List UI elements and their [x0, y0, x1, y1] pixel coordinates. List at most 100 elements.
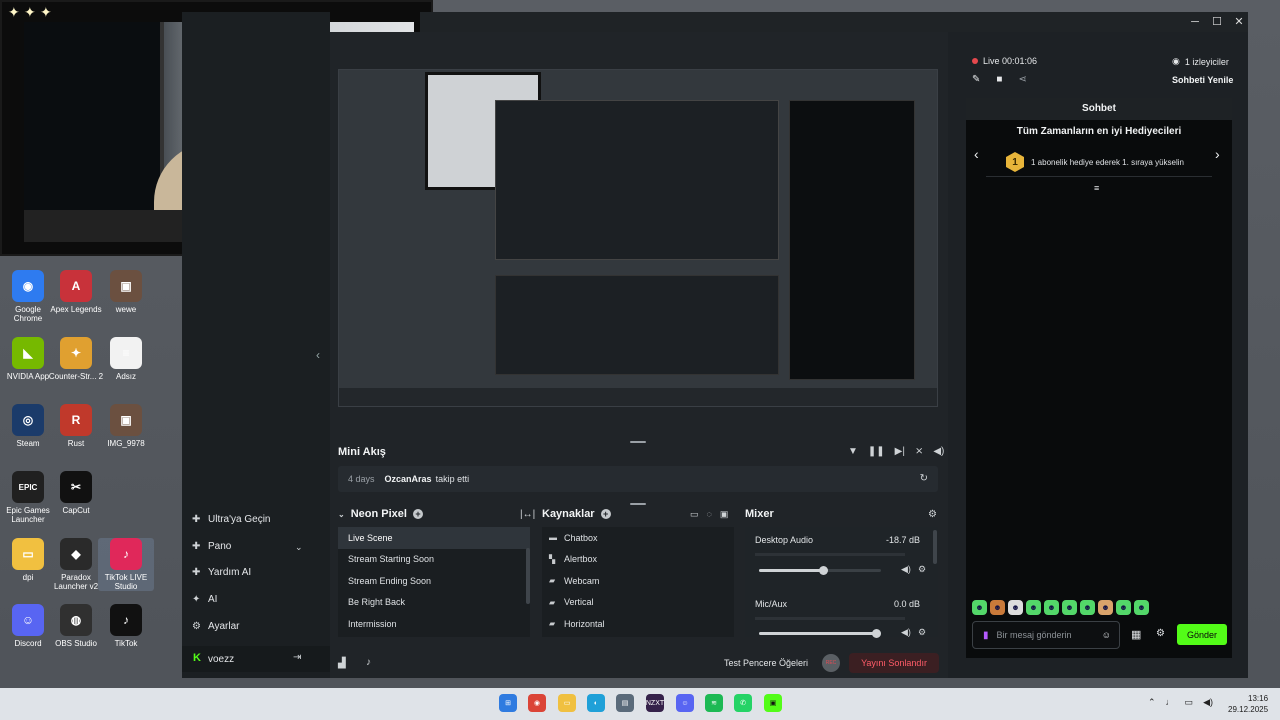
emote-icon[interactable]: ☻ [1026, 600, 1041, 615]
scene-item[interactable]: Be Right Back [338, 592, 530, 614]
scene-item[interactable]: Stream Ending Soon [338, 570, 530, 592]
scene-item[interactable]: Live Scene [338, 527, 530, 549]
chrome-icon[interactable]: ◉ [528, 694, 546, 712]
scene-item[interactable]: Intermission [338, 613, 530, 635]
desktop-icon[interactable]: ≡ Adsız [98, 337, 154, 381]
resize-handle[interactable] [630, 441, 646, 443]
sidebar-item[interactable]: ✚ Yardım AI [192, 567, 251, 578]
edit-icon[interactable]: ✎ [972, 74, 980, 85]
slider-knob[interactable] [872, 629, 881, 638]
desktop-icon[interactable]: ▣ wewe [98, 270, 154, 314]
desktop-icon[interactable]: ◍ OBS Studio [48, 604, 104, 648]
emote-icon[interactable]: ☻ [1098, 600, 1113, 615]
source-item[interactable]: ▰ Vertical [542, 592, 734, 614]
sidebar-item[interactable]: ✚ Ultra'ya Geçin [192, 514, 271, 525]
store-icon[interactable]: ▤ [616, 694, 634, 712]
minimize-icon[interactable]: ─ [1184, 12, 1206, 32]
emote-icon[interactable]: ☻ [972, 600, 987, 615]
desktop-icon[interactable]: ✦ Counter-Str... 2 [48, 337, 104, 381]
emote-icon[interactable]: ☻ [1080, 600, 1095, 615]
emote-icon[interactable]: ☻ [1134, 600, 1149, 615]
refresh-chat-button[interactable]: Sohbeti Yenile [1172, 75, 1233, 85]
maximize-icon[interactable]: ☐ [1206, 12, 1228, 32]
microphone-icon[interactable]: ▮ [983, 630, 989, 641]
sidebar-item[interactable]: ⚙ Ayarlar [192, 621, 240, 632]
share-icon[interactable]: ⋖ [1018, 74, 1026, 85]
send-button[interactable]: Gönder [1177, 624, 1227, 645]
network-icon[interactable]: ▭ [1185, 697, 1194, 708]
test-widgets-label[interactable]: Test Pencere Öğeleri [724, 658, 808, 668]
speaker-icon[interactable]: ◀) [1203, 697, 1213, 708]
clock[interactable]: 13:16 29.12.2025 [1228, 693, 1268, 715]
visibility-icon[interactable]: ◌ [707, 509, 712, 520]
slider-knob[interactable] [819, 566, 828, 575]
kick-studio-icon[interactable]: ▣ [764, 694, 782, 712]
discord-icon[interactable]: ☺ [676, 694, 694, 712]
spotify-icon[interactable]: ≋ [705, 694, 723, 712]
add-scene-icon[interactable]: + [412, 509, 423, 519]
add-source-icon[interactable]: + [600, 509, 611, 519]
chevron-left-icon[interactable]: ‹ [316, 348, 320, 362]
emote-icon[interactable]: ☻ [1116, 600, 1131, 615]
record-button[interactable]: REC [822, 654, 840, 672]
emote-icon[interactable]: ☻ [1044, 600, 1059, 615]
emote-icon[interactable]: ☻ [1008, 600, 1023, 615]
chat-message-input[interactable]: ▮ Bir mesaj gönderin ☺ [972, 621, 1120, 649]
volume-slider[interactable] [759, 566, 881, 575]
emote-icon[interactable]: ☻ [1062, 600, 1077, 615]
desktop-icon[interactable]: ◆ Paradox Launcher v2 [48, 538, 104, 591]
speaker-icon[interactable]: ◀) [901, 564, 911, 575]
camera-icon[interactable]: ■ [996, 74, 1002, 85]
store-icon[interactable]: ▦ [1131, 628, 1141, 641]
mixer-scrollbar[interactable] [933, 530, 937, 564]
scene-scrollbar[interactable] [526, 548, 530, 604]
end-stream-button[interactable]: Yayını Sonlandır [849, 653, 939, 673]
emote-icon[interactable]: ☻ [990, 600, 1005, 615]
logout-icon[interactable]: ⇥ [293, 652, 301, 663]
pause-icon[interactable]: ❚❚ [868, 446, 885, 457]
replay-icon[interactable]: ↻ [920, 473, 928, 484]
desktop-icon[interactable]: ♪ TikTok LIVE Studio [98, 538, 154, 591]
desktop-icon[interactable]: R Rust [48, 404, 104, 448]
expand-icon[interactable]: ≡ [1094, 183, 1099, 193]
display-icon[interactable]: ▭ [690, 509, 699, 520]
bell-icon[interactable]: ♪ [366, 657, 371, 668]
gear-icon[interactable]: ⚙ [928, 509, 937, 520]
emoji-icon[interactable]: ☺ [1102, 630, 1111, 640]
feed-user[interactable]: OzcanAras [385, 474, 432, 484]
desktop-icon[interactable]: ♪ TikTok [98, 604, 154, 648]
source-item[interactable]: ▚ Alertbox [542, 549, 734, 571]
source-item[interactable]: ▰ Webcam [542, 570, 734, 592]
start-icon[interactable]: ⊞ [499, 694, 517, 712]
chevron-left-icon[interactable]: ‹ [974, 146, 979, 162]
stats-icon[interactable]: ▟ [338, 658, 346, 669]
chevron-down-icon[interactable]: ⌄ [295, 542, 303, 553]
transition-icon[interactable]: |↔| [520, 509, 535, 520]
skip-icon[interactable]: ▶| [895, 446, 905, 457]
desktop-icon[interactable]: A Apex Legends [48, 270, 104, 314]
mute-notifications-icon[interactable]: ⨯ [915, 446, 923, 457]
source-item[interactable]: ▬ Chatbox [542, 527, 734, 549]
gear-icon[interactable]: ⚙ [1156, 628, 1165, 639]
scene-item[interactable]: Stream Starting Soon [338, 549, 530, 571]
volume-icon[interactable]: ◀) [933, 446, 944, 457]
gear-icon[interactable]: ⚙ [918, 627, 926, 638]
collapse-icon[interactable]: ⌄ [338, 510, 345, 519]
chevron-right-icon[interactable]: › [1215, 146, 1220, 162]
microphone-icon[interactable]: ♩ [1166, 697, 1175, 708]
close-icon[interactable]: ✕ [1228, 12, 1250, 32]
filter-icon[interactable]: ▼ [848, 446, 858, 457]
resize-handle[interactable] [630, 503, 646, 505]
edge-icon[interactable]: ◐ [587, 694, 605, 712]
chevron-up-icon[interactable]: ⌃ [1148, 697, 1156, 708]
add-folder-icon[interactable]: ▣ [720, 509, 729, 520]
whatsapp-icon[interactable]: ✆ [734, 694, 752, 712]
account-row[interactable]: K voezz ⇥ [182, 646, 330, 672]
nzxt-icon[interactable]: NZXT [646, 694, 664, 712]
sidebar-item[interactable]: ✚ Pano [192, 541, 231, 552]
file-explorer-icon[interactable]: ▭ [558, 694, 576, 712]
gear-icon[interactable]: ⚙ [918, 564, 926, 575]
speaker-icon[interactable]: ◀) [901, 627, 911, 638]
desktop-icon[interactable]: ▣ IMG_9978 [98, 404, 154, 448]
source-item[interactable]: ▰ Horizontal [542, 613, 734, 635]
